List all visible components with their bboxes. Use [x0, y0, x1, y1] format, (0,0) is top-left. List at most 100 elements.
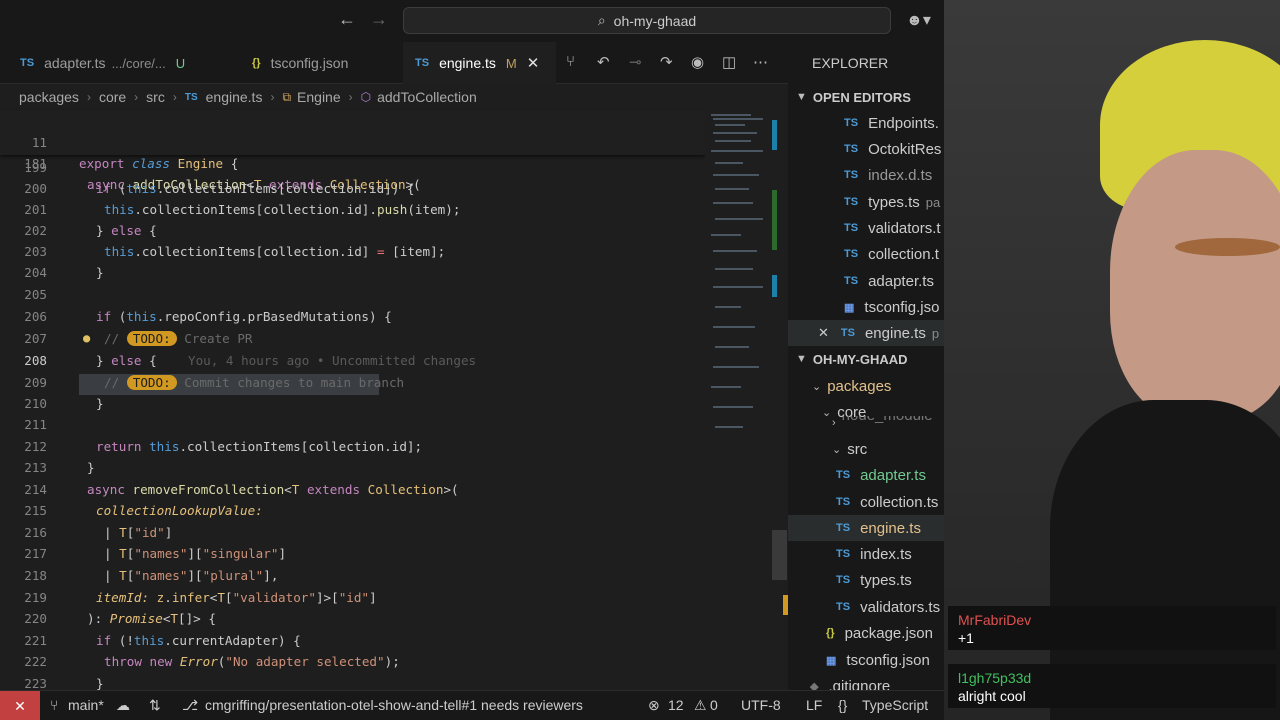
encoding[interactable]: UTF-8 [741, 697, 781, 713]
sticky-line[interactable]: 11 export class Engine { [0, 111, 705, 171]
code-line[interactable]: 221 if (!this.currentAdapter) { [0, 630, 705, 651]
tab-engine[interactable]: TS engine.ts M ✕ [403, 42, 556, 84]
breadcrumb-item[interactable]: engine.ts [206, 89, 263, 105]
code-line[interactable]: 205 [0, 284, 705, 305]
breadcrumb-item[interactable]: packages [19, 89, 79, 105]
folder-name: node_module [842, 416, 933, 424]
open-editor-item[interactable]: TS Endpoints. [844, 110, 944, 136]
workspace-section[interactable]: ▼ OH-MY-GHAAD [796, 346, 944, 372]
code-line[interactable]: 219 itemId: z.infer<T["validator"]>["id"] [0, 587, 705, 608]
tab-adapter[interactable]: TS adapter.ts .../core/... U [8, 42, 234, 84]
open-editor-item[interactable]: TS validators.t [844, 215, 944, 241]
sync-icon[interactable]: ☁ [116, 697, 130, 714]
code-line[interactable]: 220): Promise<T[]> { [0, 608, 705, 629]
code-text: } [96, 265, 104, 280]
code-line[interactable]: 208} else {You, 4 hours ago • Uncommitte… [0, 350, 705, 371]
breadcrumb-item[interactable]: addToCollection [377, 89, 477, 105]
tree-file[interactable]: TS validators.ts [836, 594, 944, 620]
code-line[interactable]: 210} [0, 393, 705, 414]
pull-request-icon[interactable]: ⇅ [149, 697, 161, 714]
code-line[interactable]: 215 collectionLookupValue: [0, 500, 705, 521]
code-line[interactable]: 209 // TODO: Commit changes to main branc… [0, 372, 705, 393]
line-number: 200 [24, 181, 47, 196]
open-editor-item[interactable]: TS OctokitRes [844, 136, 944, 162]
sticky-line[interactable]: 181 async addToCollection<T extends Coll… [0, 132, 705, 192]
code-line[interactable]: 206 if (this.repoConfig.prBasedMutations)… [0, 306, 705, 327]
pr-status[interactable]: cmgriffing/presentation-otel-show-and-te… [205, 697, 583, 713]
open-editor-item[interactable]: TS adapter.ts [844, 268, 944, 294]
open-editors-section[interactable]: ▼ OPEN EDITORS [796, 84, 944, 110]
open-editor-item[interactable]: TS index.d.ts [844, 162, 944, 188]
run-icon[interactable]: ◉ [691, 53, 704, 71]
code-line[interactable]: 202} else { [0, 220, 705, 241]
more-actions-icon[interactable]: ⋯ [753, 53, 768, 71]
timeline-icon[interactable]: ⊸ [629, 53, 642, 71]
chevron-right-icon: › [134, 90, 139, 104]
end-of-line[interactable]: LF [806, 697, 822, 713]
line-number: 209 [24, 375, 47, 390]
language-mode[interactable]: TypeScript [862, 697, 928, 713]
tree-file[interactable]: TS adapter.ts [836, 462, 944, 488]
code-line[interactable]: 201 this.collectionItems[collection.id].p… [0, 199, 705, 220]
open-editor-item[interactable]: TS collection.t [844, 241, 944, 267]
close-icon[interactable]: ✕ [818, 325, 829, 341]
code-line[interactable]: 203 this.collectionItems[collection.id] =… [0, 241, 705, 262]
tree-file[interactable]: ◆ .gitignore [810, 673, 944, 691]
explorer-title: EXPLORER [812, 55, 889, 71]
previous-change-icon[interactable]: ↶ [597, 53, 610, 71]
code-line[interactable]: 211 [0, 414, 705, 435]
tree-file[interactable]: TS types.ts [836, 567, 944, 593]
command-center[interactable]: ⌕ oh-my-ghaad [403, 7, 891, 34]
code-line[interactable]: 212 return this.collectionItems[collectio… [0, 436, 705, 457]
arrow-right-icon[interactable]: → [370, 9, 388, 30]
breadcrumb-item[interactable]: src [146, 89, 165, 105]
code-line[interactable]: 199 [0, 157, 705, 178]
close-icon[interactable]: ✕ [527, 54, 540, 72]
minimap[interactable] [705, 110, 788, 690]
breadcrumb-item[interactable]: core [99, 89, 126, 105]
tab-tsconfig[interactable]: {} tsconfig.json [240, 42, 390, 84]
open-editor-item[interactable]: ▦ tsconfig.jso [844, 294, 944, 320]
remote-icon[interactable]: ✕ [0, 691, 40, 720]
branch-name[interactable]: main* [68, 697, 104, 713]
warning-icon[interactable]: ⚠ [694, 697, 707, 714]
error-icon[interactable]: ⊗ [648, 697, 660, 714]
code-line[interactable]: 222 throw new Error("No adapter selected"… [0, 651, 705, 672]
code-line[interactable]: 216 | T["id"] [0, 522, 705, 543]
code-line[interactable]: 204} [0, 262, 705, 283]
code-line[interactable]: 200 if (this.collectionItems[collection.i… [0, 178, 705, 199]
tree-folder[interactable]: ⌄ src [832, 436, 944, 462]
warnings-count[interactable]: 0 [710, 697, 718, 713]
tree-file-active[interactable]: TS engine.ts [788, 515, 944, 541]
next-change-icon[interactable]: ↷ [660, 53, 673, 71]
lightbulb-icon[interactable]: ● [83, 328, 90, 349]
breadcrumb-item[interactable]: Engine [297, 89, 341, 105]
file-name: Endpoints. [868, 114, 939, 132]
code-line[interactable]: 217 | T["names"]["singular"] [0, 543, 705, 564]
line-number: 214 [24, 482, 47, 497]
code-line[interactable]: 218 | T["names"]["plural"], [0, 565, 705, 586]
arrow-left-icon[interactable]: ← [338, 9, 356, 30]
typescript-file-icon: TS [844, 222, 859, 234]
split-editor-icon[interactable]: ◫ [722, 53, 736, 71]
tree-file[interactable]: TS index.ts [836, 541, 944, 567]
streamer-mustache [1175, 238, 1280, 256]
tree-file[interactable]: TS collection.ts [836, 489, 944, 515]
tree-file[interactable]: ▦ tsconfig.json [826, 647, 944, 673]
open-editor-item[interactable]: TS types.ts pa [844, 189, 944, 215]
tree-folder[interactable]: ⌄ packages [812, 373, 944, 399]
open-editor-item-active[interactable]: ✕ TS engine.ts p [788, 320, 944, 346]
tree-folder-partial[interactable]: › node_module [832, 416, 944, 430]
code-line[interactable]: 213} [0, 457, 705, 478]
problems-count[interactable]: 12 [668, 697, 684, 713]
code-line[interactable]: 207 ● // TODO: Create PR [0, 328, 705, 349]
code-line[interactable]: 214 async removeFromCollection<T extends … [0, 479, 705, 500]
copilot-icon[interactable]: ☻▾ [906, 10, 931, 30]
tree-file[interactable]: {} package.json [826, 620, 944, 646]
pr-icon: ⎇ [182, 697, 199, 713]
branch-icon[interactable]: ⑂ [50, 697, 58, 713]
compare-icon[interactable]: ⑂ [566, 53, 575, 70]
typescript-file-icon: TS [836, 574, 851, 586]
chat-text: +1 [958, 630, 974, 646]
code-editor[interactable]: 11 export class Engine { 181 async addTo… [0, 110, 705, 691]
